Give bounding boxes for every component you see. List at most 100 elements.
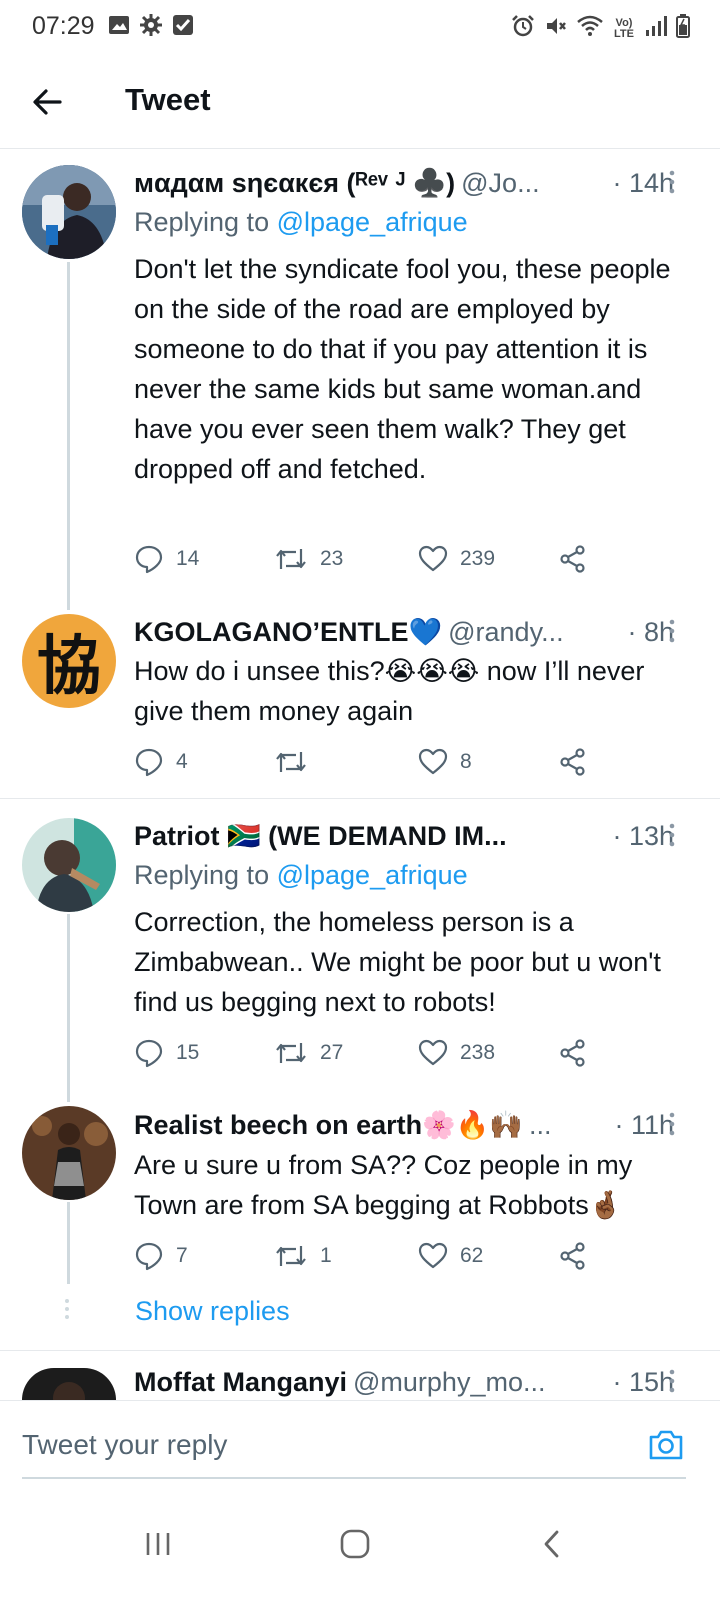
author-handle[interactable]: ... <box>529 1110 552 1141</box>
avatar[interactable] <box>22 1368 116 1400</box>
more-options-button[interactable] <box>662 1110 682 1140</box>
share-action[interactable] <box>558 542 588 576</box>
author-handle[interactable]: @randy... <box>448 617 563 648</box>
replying-to-label: Replying to <box>134 207 277 237</box>
more-options-button[interactable] <box>662 821 682 851</box>
check-box-icon <box>172 14 194 36</box>
back-button[interactable] <box>28 82 68 122</box>
reply-action[interactable]: 4 <box>134 745 188 779</box>
more-vertical-icon <box>669 170 675 194</box>
tweet-header: KGOLAGANO’ENTLE💙 @randy... · 8h <box>134 612 674 652</box>
tweet-text: How do i unsee this?😭😭😭 now I’ll never g… <box>134 656 645 726</box>
tweet-text: Correction, the homeless person is a Zim… <box>134 907 661 1017</box>
reply-count: 4 <box>176 750 188 773</box>
reply-action[interactable]: 14 <box>134 542 199 576</box>
home-icon <box>340 1529 370 1559</box>
reply-count: 7 <box>176 1244 188 1267</box>
tweet-text: Are u sure u from SA?? Coz people in my … <box>134 1150 633 1220</box>
share-action[interactable] <box>558 745 588 779</box>
back-nav-button[interactable] <box>530 1522 574 1566</box>
avatar[interactable] <box>22 165 116 259</box>
retweet-action[interactable]: 27 <box>274 1036 343 1070</box>
arrow-left-icon <box>33 89 62 115</box>
retweet-action[interactable]: 23 <box>274 542 343 576</box>
replying-to: Replying to @lpage_afrique <box>134 207 468 238</box>
author-name[interactable]: Realist beech on earth🌸🔥🙌🏾 <box>134 1109 523 1141</box>
recent-apps-button[interactable] <box>136 1522 180 1566</box>
retweet-count: 1 <box>320 1244 332 1267</box>
like-action[interactable]: 8 <box>418 745 472 779</box>
thread-connector-line <box>67 1202 70 1284</box>
battery-icon <box>676 14 690 43</box>
more-options-button[interactable] <box>662 617 682 647</box>
like-count: 238 <box>460 1041 496 1064</box>
tweet-header: Patriot 🇿🇦 (WE DEMAND IM... · 13h <box>134 816 674 856</box>
reply-action[interactable]: 7 <box>134 1239 188 1273</box>
avatar[interactable]: 協 <box>22 614 116 708</box>
comment-icon <box>135 1242 163 1271</box>
camera-icon <box>649 1430 683 1460</box>
top-app-bar: Tweet <box>0 52 720 149</box>
author-handle[interactable]: @Jo... <box>461 168 539 199</box>
retweet-count: 23 <box>320 547 344 570</box>
author-name[interactable]: Patriot 🇿🇦 (WE DEMAND IM... <box>134 820 507 852</box>
comment-icon <box>135 545 163 574</box>
reply-handle-link[interactable]: @lpage_afrique <box>277 207 468 237</box>
like-action[interactable]: 239 <box>418 542 495 576</box>
status-time: 07:29 <box>32 12 95 40</box>
avatar[interactable] <box>22 1106 116 1200</box>
author-name[interactable]: KGOLAGANO’ENTLE💙 <box>134 616 442 648</box>
settings-icon <box>140 14 162 36</box>
reply-count: 14 <box>176 547 200 570</box>
heart-icon <box>418 545 448 572</box>
share-icon <box>560 1039 585 1067</box>
more-vertical-icon <box>669 1369 675 1393</box>
share-action[interactable] <box>558 1036 588 1070</box>
replying-to: Replying to @lpage_afrique <box>134 860 468 891</box>
author-name[interactable]: мαдαм ѕηєαкєя (ᴿᵉᵛ ᴶ ♣️) <box>134 167 455 199</box>
wifi-icon <box>577 15 603 42</box>
thread-connector-line <box>67 914 70 1102</box>
mute-icon <box>544 14 568 43</box>
alarm-icon <box>511 14 535 43</box>
tweet-actions: 15 27 238 <box>134 1036 614 1070</box>
tweet-text: Don't let the syndicate fool you, these … <box>134 254 671 484</box>
more-vertical-icon <box>669 823 675 847</box>
image-icon <box>108 14 130 36</box>
camera-button[interactable] <box>646 1425 686 1465</box>
like-action[interactable]: 238 <box>418 1036 495 1070</box>
reply-input[interactable]: Tweet your reply <box>22 1429 227 1461</box>
status-bar: 07:29 Vo) LTE <box>0 0 720 52</box>
reply-composer: Tweet your reply <box>0 1400 720 1493</box>
like-count: 239 <box>460 547 496 570</box>
tweet-header: Moffat Manganyi @murphy_mo... · 15h <box>134 1362 674 1402</box>
thread-dots-icon <box>64 1298 70 1325</box>
tweet-header: мαдαм ѕηєαкєя (ᴿᵉᵛ ᴶ ♣️) @Jo... · 14h <box>134 163 674 203</box>
more-options-button[interactable] <box>662 168 682 198</box>
like-action[interactable]: 62 <box>418 1239 483 1273</box>
retweet-action[interactable]: 1 <box>274 1239 332 1273</box>
retweet-icon <box>276 752 306 772</box>
avatar[interactable] <box>22 818 116 912</box>
reply-action[interactable]: 15 <box>134 1036 199 1070</box>
share-action[interactable] <box>558 1239 588 1273</box>
heart-icon <box>418 748 448 775</box>
like-count: 8 <box>460 750 472 773</box>
show-replies-link[interactable]: Show replies <box>135 1296 290 1327</box>
replying-to-label: Replying to <box>134 860 277 890</box>
retweet-icon <box>276 549 306 569</box>
share-icon <box>560 1242 585 1270</box>
author-handle[interactable]: @murphy_mo... <box>353 1367 545 1398</box>
heart-icon <box>418 1242 448 1269</box>
home-button[interactable] <box>333 1522 377 1566</box>
reply-handle-link[interactable]: @lpage_afrique <box>277 860 468 890</box>
thread-connector-line <box>67 262 70 610</box>
retweet-action[interactable] <box>274 745 320 779</box>
tweet-header: Realist beech on earth🌸🔥🙌🏾 ... · 11h <box>134 1105 674 1145</box>
reply-count: 15 <box>176 1041 200 1064</box>
recents-icon <box>146 1533 170 1555</box>
tweet-actions: 7 1 62 <box>134 1239 614 1273</box>
more-options-button[interactable] <box>662 1367 682 1397</box>
share-icon <box>560 545 585 573</box>
author-name[interactable]: Moffat Manganyi <box>134 1367 347 1398</box>
